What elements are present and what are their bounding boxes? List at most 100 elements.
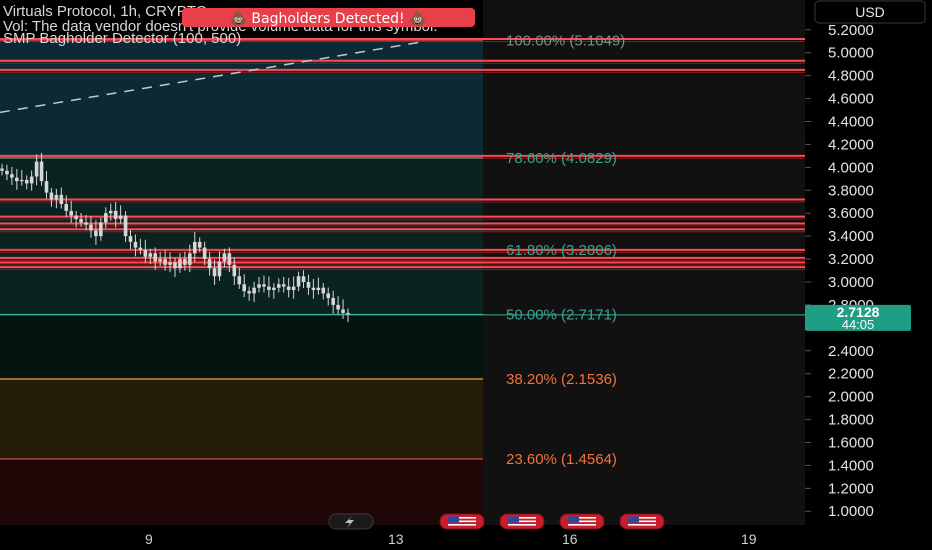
us-flag-icon[interactable]	[499, 513, 545, 530]
candle-body	[94, 230, 98, 237]
candle-body	[148, 253, 153, 257]
us-flag-icon[interactable]	[619, 513, 665, 530]
candle-body	[331, 298, 335, 305]
candle-body	[99, 222, 103, 237]
candle-body	[69, 210, 73, 216]
x-tick-16: 16	[562, 531, 578, 547]
y-tick-label: 3.0000	[828, 274, 874, 291]
current-price-label: 2.7128 44:05	[805, 304, 911, 332]
candle-body	[118, 215, 123, 219]
svg-text:44:05: 44:05	[842, 317, 875, 332]
candle-body	[39, 161, 44, 182]
candle-body	[84, 222, 88, 225]
candle-body	[316, 287, 321, 291]
x-tick-9: 9	[145, 531, 153, 547]
candle-body	[227, 253, 232, 265]
candle-body	[291, 286, 296, 291]
candle-body	[10, 174, 14, 178]
y-tick-label: 1.4000	[828, 457, 874, 474]
y-tick-label: 4.4000	[828, 114, 874, 131]
time-axis[interactable]: 9 13 16 19	[0, 525, 805, 550]
candle-body	[49, 192, 54, 200]
candle-body	[296, 276, 301, 287]
fib-label-236: 23.60% (1.4564)	[506, 451, 617, 468]
candle-body	[341, 309, 345, 313]
candle-body	[178, 259, 182, 269]
price-chart[interactable]: 100.00% (5.1049) 78.60% (4.0829) 61.80% …	[0, 0, 932, 550]
candle-body	[247, 291, 251, 294]
y-tick-label: 3.2000	[828, 251, 874, 268]
y-tick-label: 1.6000	[828, 434, 874, 451]
candle-body	[286, 286, 291, 291]
fib-label-618: 61.80% (3.2806)	[506, 242, 617, 259]
price-axis[interactable]: 1.0000 1.2000 1.4000 1.6000 1.8000 2.0000 2.20…	[805, 0, 932, 550]
candle-body	[44, 181, 49, 193]
candle-body	[301, 276, 306, 282]
candle-body	[232, 264, 237, 277]
candle-body	[89, 224, 93, 231]
candle-body	[34, 161, 39, 177]
candle-body	[311, 287, 316, 291]
candle-body	[5, 170, 9, 175]
candle-body	[242, 284, 246, 292]
y-tick-label: 4.8000	[828, 68, 874, 85]
y-tick-label: 1.2000	[828, 480, 874, 497]
y-tick-label: 2.2000	[828, 366, 874, 383]
candle-body	[281, 284, 286, 287]
candle-body	[113, 210, 118, 219]
y-tick-label: 3.8000	[828, 182, 874, 199]
candle-body	[237, 276, 242, 285]
y-tick-label: 2.4000	[828, 343, 874, 360]
x-tick-13: 13	[388, 531, 404, 547]
candle-body	[217, 261, 222, 277]
y-tick-label: 3.4000	[828, 228, 874, 245]
candle-body	[59, 194, 64, 205]
fib-label-500: 50.00% (2.7171)	[506, 306, 617, 323]
candle-body	[138, 247, 143, 250]
fib-label-786: 78.60% (4.0829)	[506, 150, 617, 167]
candle-body	[188, 253, 192, 265]
candle-body	[108, 210, 113, 214]
candle-body	[321, 287, 326, 294]
currency-button[interactable]: USD	[814, 0, 926, 24]
y-tick-label: 4.2000	[828, 136, 874, 153]
svg-text:USD: USD	[855, 4, 885, 20]
candle-body	[74, 215, 78, 219]
bagholder-alert-badge: 💩 Bagholders Detected! 💩	[182, 8, 475, 27]
candle-body	[197, 241, 202, 248]
candle-body	[212, 268, 217, 277]
y-tick-label: 1.0000	[828, 503, 874, 520]
y-tick-label: 4.6000	[828, 91, 874, 108]
candle-body	[277, 284, 281, 288]
candle-body	[306, 281, 311, 288]
candle-body	[257, 284, 261, 288]
candle-body	[336, 304, 340, 310]
y-tick-label: 5.0000	[828, 45, 874, 62]
fib-label-382: 38.20% (2.1536)	[506, 371, 617, 388]
candle-body	[272, 287, 276, 291]
us-flag-icon[interactable]	[439, 513, 485, 530]
y-tick-label: 5.2000	[828, 22, 874, 39]
candle-body	[207, 259, 212, 269]
candle-body	[19, 179, 24, 182]
candle-body	[143, 249, 148, 257]
y-tick-label: 2.0000	[828, 389, 874, 406]
candle-body	[15, 177, 19, 182]
chart-root: 100.00% (5.1049) 78.60% (4.0829) 61.80% …	[0, 0, 932, 550]
candle-body	[128, 236, 133, 242]
candle-body	[267, 286, 271, 291]
candle-body	[64, 204, 69, 211]
candle-body	[133, 241, 138, 248]
us-flag-icon[interactable]	[559, 513, 605, 530]
y-tick-label: 3.6000	[828, 205, 874, 222]
candle-body	[153, 253, 158, 262]
candle-body	[192, 241, 197, 254]
candle-body	[104, 213, 108, 223]
candle-body	[173, 262, 177, 269]
candle-body	[252, 287, 256, 294]
fib-label-100: 100.00% (5.1049)	[506, 33, 625, 50]
candle-body	[29, 176, 34, 184]
candle-body	[123, 215, 128, 237]
bolt-event-marker[interactable]	[328, 513, 374, 530]
candle-body	[158, 259, 162, 262]
